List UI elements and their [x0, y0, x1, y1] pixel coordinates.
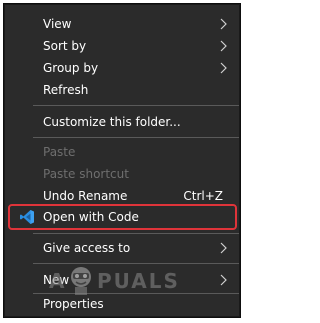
context-menu: View Sort by Group by Refresh Customize … — [4, 4, 240, 317]
watermark-text-left: A — [49, 269, 67, 293]
menu-separator — [33, 137, 239, 138]
menu-item-paste-shortcut: Paste shortcut — [5, 163, 239, 185]
menu-item-refresh[interactable]: Refresh — [5, 79, 239, 101]
menu-item-shortcut: Ctrl+Z — [183, 189, 223, 203]
menu-item-label: Paste shortcut — [43, 167, 129, 181]
menu-item-label: Paste — [43, 145, 76, 159]
chevron-right-icon — [220, 18, 227, 30]
chevron-right-icon — [220, 274, 227, 286]
menu-item-label: Group by — [43, 61, 99, 75]
menu-item-properties[interactable]: Properties — [5, 293, 239, 315]
menu-item-label: Open with Code — [43, 210, 139, 224]
menu-item-label: View — [43, 17, 72, 31]
menu-separator — [33, 233, 239, 234]
menu-item-paste: Paste — [5, 141, 239, 163]
watermark-text-right: PUALS — [97, 269, 180, 293]
menu-item-label: Customize this folder... — [43, 115, 181, 129]
menu-item-label: Undo Rename — [43, 189, 128, 203]
vscode-icon — [20, 210, 34, 224]
menu-item-view[interactable]: View — [5, 13, 239, 35]
mascot-icon — [71, 267, 91, 295]
appuals-watermark: A PUALS — [49, 265, 199, 295]
menu-item-label: Refresh — [43, 83, 89, 97]
menu-item-open-with-code[interactable]: Open with Code — [5, 206, 239, 228]
chevron-right-icon — [220, 242, 227, 254]
menu-item-give-access-to[interactable]: Give access to — [5, 237, 239, 259]
chevron-right-icon — [220, 40, 227, 52]
menu-item-group-by[interactable]: Group by — [5, 57, 239, 79]
chevron-right-icon — [220, 62, 227, 74]
menu-separator — [33, 263, 239, 264]
menu-item-customize-folder[interactable]: Customize this folder... — [5, 111, 239, 133]
menu-item-label: Sort by — [43, 39, 87, 53]
menu-item-sort-by[interactable]: Sort by — [5, 35, 239, 57]
menu-item-label: Give access to — [43, 241, 131, 255]
menu-item-label: Properties — [43, 297, 104, 311]
menu-separator — [33, 105, 239, 106]
